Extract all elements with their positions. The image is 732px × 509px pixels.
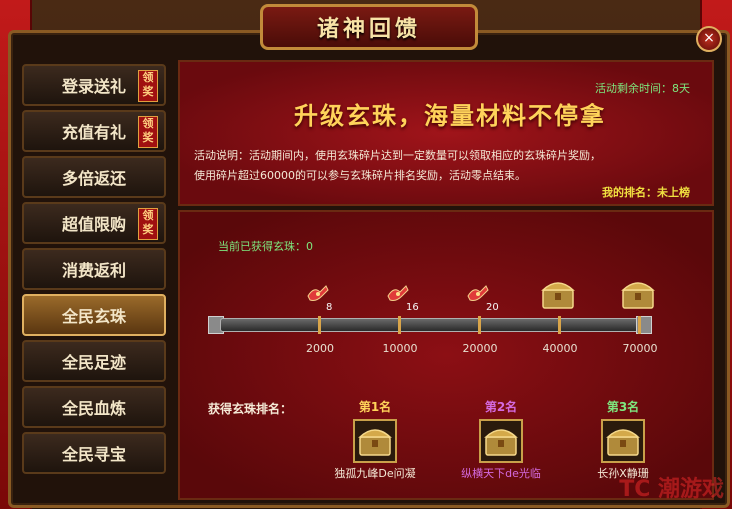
gift-icon [307,285,329,301]
sidebar-item-label: 超值限购 [61,215,126,234]
reward-quantity: 20 [486,302,499,313]
milestone-label: 70000 [622,342,658,355]
sidebar-item-label: 全民玄珠 [61,307,126,326]
sidebar-item-label: 多倍返还 [61,169,126,188]
rank-entry-3: 第3名 长孙X静珊 [568,398,678,481]
site-watermark: TC 潮游戏 [619,477,724,502]
banner-headline: 升级玄珠，海量材料不停拿 [294,101,606,130]
treasure-chest-icon [484,429,518,456]
activity-description: 活动说明：活动期间内，使用玄珠碎片达到一定数量可以领取相应的玄珠碎片奖励， 使用… [194,146,674,186]
rank-entry-1: 第1名 独孤九峰De问凝 [320,398,430,481]
current-pearl-count: 当前已获得玄珠：0 [218,240,313,253]
sidebar-item-all-blood[interactable]: 全民血炼 [22,386,166,428]
sidebar-item-label: 全民血炼 [61,399,126,418]
treasure-chest-icon [621,282,655,309]
sidebar-item-label: 消费返利 [61,261,126,280]
rank-reward-box[interactable] [479,419,523,463]
my-rank: 我的排名：未上榜 [602,186,690,199]
description-line: 使用碎片超过60000的可以参与玄珠碎片排名奖励，活动零点结束。 [194,169,526,182]
sidebar-item-all-pearl[interactable]: 全民玄珠 [22,294,166,336]
progress-track [220,318,640,332]
sidebar-item-spend-rebate[interactable]: 消费返利 [22,248,166,290]
gift-icon [467,285,489,301]
activity-content: 活动剩余时间：8天 升级玄珠，海量材料不停拿 活动说明：活动期间内，使用玄珠碎片… [178,60,714,500]
rank-player-name: 独孤九峰De问凝 [334,467,416,480]
rank-reward-box[interactable] [601,419,645,463]
window-titlebar: 诸神回馈 [260,4,478,50]
activity-banner: 活动剩余时间：8天 升级玄珠，海量材料不停拿 活动说明：活动期间内，使用玄珠碎片… [178,60,714,206]
milestone-label: 10000 [382,342,418,355]
sidebar-item-recharge-gift[interactable]: 充值有礼 领奖 [22,110,166,152]
sidebar-item-label: 充值有礼 [61,123,126,142]
milestone-tick [398,316,401,334]
window-title: 诸神回馈 [316,17,421,42]
activity-sidebar: 登录送礼 领奖 充值有礼 领奖 多倍返还 超值限购 领奖 消费返利 全民玄珠 全… [22,64,166,478]
claim-badge: 领奖 [138,208,158,240]
milestone-label: 2000 [306,342,334,355]
description-line: 活动说明：活动期间内，使用玄珠碎片达到一定数量可以领取相应的玄珠碎片奖励， [194,149,601,162]
milestone-tick [478,316,481,334]
remaining-time: 活动剩余时间：8天 [595,82,690,95]
close-icon[interactable]: × [696,26,722,52]
milestone-tick [318,316,321,334]
milestone-reward[interactable]: 20 [460,280,510,316]
milestone-tick [558,316,561,334]
rank-entry-2: 第2名 纵横天下de光临 [446,398,556,481]
claim-badge: 领奖 [138,70,158,102]
sidebar-item-label: 登录送礼 [61,77,126,96]
reward-quantity: 8 [326,302,333,313]
reward-quantity: 16 [406,302,419,313]
rank-place: 第3名 [606,400,640,414]
milestone-label: 20000 [462,342,498,355]
rank-place: 第2名 [484,400,518,414]
milestone-reward[interactable] [540,278,590,314]
treasure-chest-icon [541,282,575,309]
sidebar-item-login-gift[interactable]: 登录送礼 领奖 [22,64,166,106]
gift-icon [387,285,409,301]
sidebar-item-label: 全民寻宝 [61,445,126,464]
milestone-reward[interactable]: 8 [300,280,350,316]
sidebar-item-label: 全民足迹 [61,353,126,372]
sidebar-item-all-treasure[interactable]: 全民寻宝 [22,432,166,474]
reward-stage: 当前已获得玄珠：0 2000 10000 20000 40000 70000 8… [178,210,714,500]
milestone-label: 40000 [542,342,578,355]
sidebar-item-multi-return[interactable]: 多倍返还 [22,156,166,198]
claim-badge: 领奖 [138,116,158,148]
sidebar-item-limited-buy[interactable]: 超值限购 领奖 [22,202,166,244]
rank-player-name: 纵横天下de光临 [461,467,541,480]
treasure-chest-icon [358,429,392,456]
ranking-title: 获得玄珠排名： [208,402,293,416]
sidebar-item-all-footprint[interactable]: 全民足迹 [22,340,166,382]
treasure-chest-icon [606,429,640,456]
milestone-reward[interactable] [620,278,670,314]
milestone-tick [638,316,641,334]
rank-place: 第1名 [358,400,392,414]
rank-reward-box[interactable] [353,419,397,463]
event-window: 诸神回馈 × 登录送礼 领奖 充值有礼 领奖 多倍返还 超值限购 领奖 消费返利… [0,0,732,509]
milestone-reward[interactable]: 16 [380,280,430,316]
